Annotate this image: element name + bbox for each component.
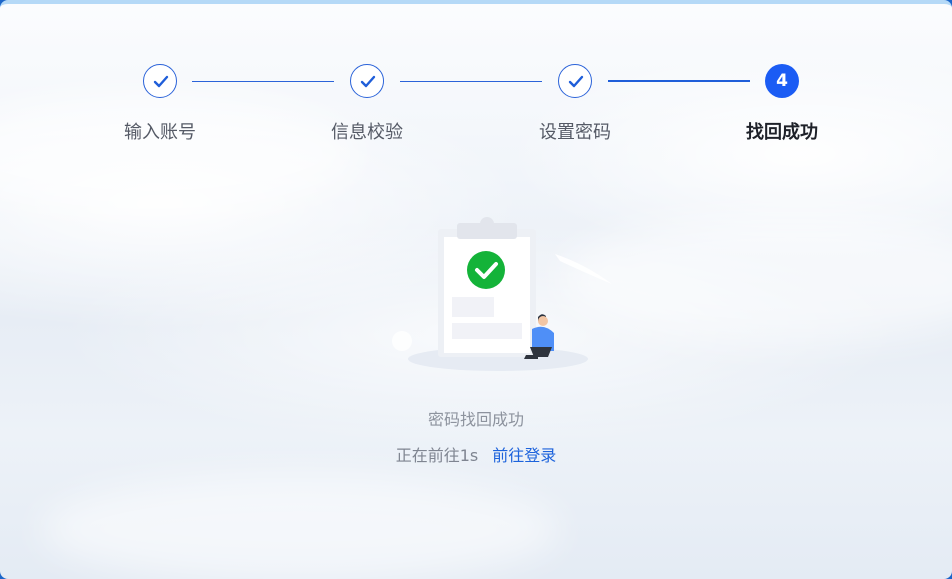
success-illustration xyxy=(392,217,612,371)
illustration-cloud xyxy=(392,331,412,351)
step-circle-active: 4 xyxy=(765,64,799,98)
step-verify-info: 信息校验 xyxy=(297,64,437,144)
step-recovery-success: 4 找回成功 xyxy=(712,64,852,144)
paper-line xyxy=(452,297,494,317)
step-label: 设置密码 xyxy=(539,122,611,143)
step-label: 输入账号 xyxy=(124,122,196,143)
redirect-countdown: 正在前往1s xyxy=(395,446,479,465)
step-circle-done xyxy=(143,64,177,98)
clipboard-clip-hole xyxy=(480,217,494,231)
step-circle-done xyxy=(350,64,384,98)
success-check-icon xyxy=(467,251,505,289)
check-icon xyxy=(360,75,376,88)
check-icon xyxy=(153,75,169,88)
success-message: 密码找回成功 xyxy=(427,410,524,429)
check-icon xyxy=(568,75,584,88)
go-to-login-link[interactable]: 前往登录 xyxy=(492,446,556,465)
step-number: 4 xyxy=(776,71,788,91)
background-haze xyxy=(40,474,560,579)
step-label: 信息校验 xyxy=(331,122,403,143)
password-recovery-card: 输入账号 信息校验 设置密码 4 找回成功 密码找回成功 正在前往1s 前往登录 xyxy=(0,0,952,579)
step-label-active: 找回成功 xyxy=(746,122,818,143)
step-circle-done xyxy=(558,64,592,98)
step-set-password: 设置密码 xyxy=(505,64,645,144)
paper-line xyxy=(452,323,522,339)
step-enter-account: 输入账号 xyxy=(90,64,230,144)
redirect-line: 正在前往1s 前往登录 xyxy=(0,442,952,466)
progress-steps: 输入账号 信息校验 设置密码 4 找回成功 xyxy=(0,64,952,154)
illustration-swoosh xyxy=(555,254,612,284)
